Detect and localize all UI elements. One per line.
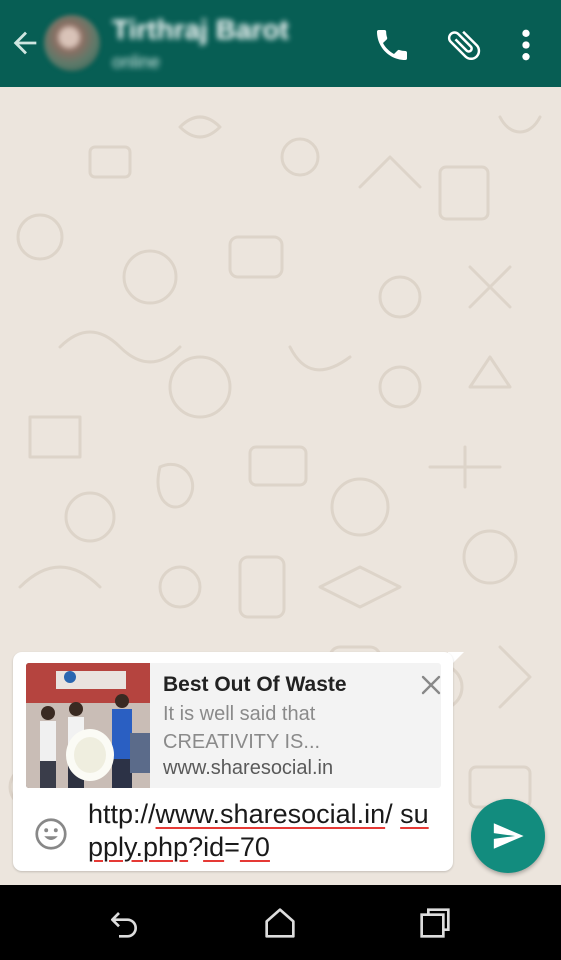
send-button[interactable]	[471, 799, 545, 873]
message-text-segment: www.sharesocial.in	[155, 799, 386, 829]
paperclip-icon[interactable]	[444, 25, 484, 65]
link-preview-title: Best Out Of Waste	[163, 673, 347, 696]
contact-name[interactable]: Tirthraj Barot	[112, 14, 289, 46]
close-icon[interactable]	[419, 673, 441, 697]
phone-icon[interactable]	[372, 25, 412, 65]
nav-recents-icon[interactable]	[415, 903, 455, 943]
arrow-back-icon[interactable]	[8, 26, 42, 60]
message-input[interactable]: http://www.sharesocial.in/ supply.php?id…	[88, 798, 438, 864]
message-text-segment: http://	[88, 799, 156, 829]
message-text-segment: id	[203, 832, 225, 862]
nav-home-icon[interactable]	[260, 903, 300, 943]
more-vert-icon[interactable]	[512, 25, 540, 65]
send-icon	[493, 823, 524, 849]
contact-status: online	[112, 52, 161, 72]
message-text-segment: /	[385, 799, 401, 829]
message-composer: Best Out Of Waste It is well said that C…	[13, 652, 453, 871]
link-preview-url: www.sharesocial.in	[163, 757, 334, 779]
nav-back-icon[interactable]	[104, 903, 144, 943]
link-preview-description: It is well said that CREATIVITY IS...	[163, 703, 321, 753]
message-text-segment: =	[224, 832, 240, 862]
system-navigation-bar	[0, 885, 561, 960]
avatar[interactable]	[44, 15, 100, 71]
link-preview[interactable]: Best Out Of Waste It is well said that C…	[26, 663, 441, 788]
link-preview-image	[26, 663, 150, 788]
app-bar: Tirthraj Barot online	[0, 0, 561, 87]
message-text-segment: 70	[239, 832, 270, 862]
message-text-segment: ?	[188, 832, 204, 862]
emoji-icon[interactable]	[33, 816, 69, 852]
